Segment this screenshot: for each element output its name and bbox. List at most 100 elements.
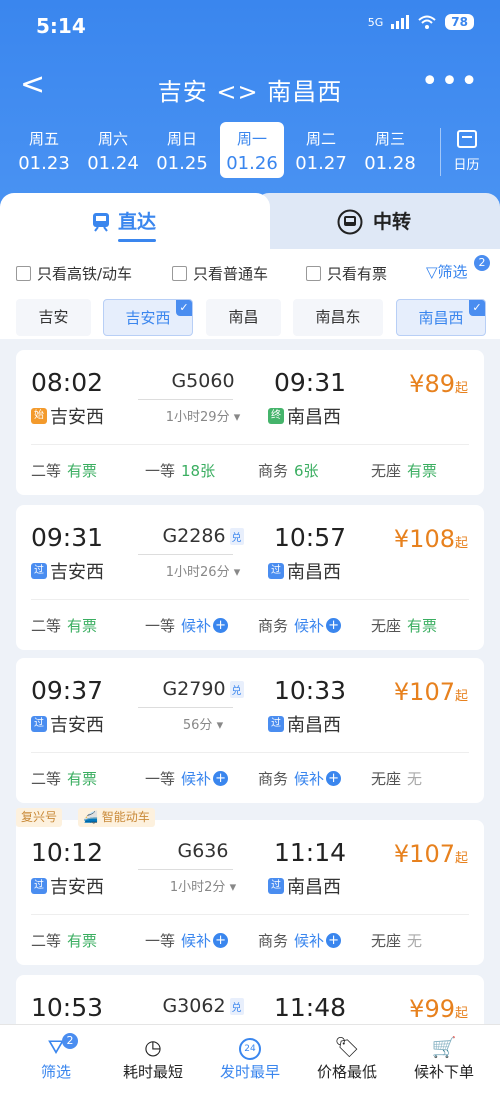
signal-icon [391,15,410,29]
seat-first: 一等 18张 [145,462,216,480]
filter-badge: 2 [62,1033,78,1049]
more-icon[interactable]: ••• [421,64,480,99]
price: ¥107起 [393,678,468,706]
to-station: 过南昌西 [268,711,341,737]
smart-emu-tag: 🚄 智能动车 [78,808,155,827]
seat-business[interactable]: 商务 候补 + [258,930,342,951]
from-station: 过吉安西 [31,558,104,584]
bus-icon [337,209,363,235]
date-item-0127[interactable]: 周二 01.27 [289,122,353,178]
depart-time: 10:12 [31,838,104,867]
filter-button[interactable]: ▽筛选 2 [426,255,490,282]
arrive-time: 10:33 [274,676,347,705]
battery-icon: 78 [445,14,474,30]
only-youpiao-checkbox[interactable]: 只看有票 [306,263,387,284]
clock-icon: ◷ [144,1035,162,1059]
seat-first[interactable]: 一等 候补 + [145,615,229,636]
seat-business[interactable]: 商务 候补 + [258,768,342,789]
depart-time: 08:02 [31,368,104,397]
train-card[interactable]: 09:31 G2286 兑 1小时26分 ▾ 10:57 ¥108起 过吉安西 过… [16,505,484,650]
tab-direct[interactable]: 直达 [0,193,270,249]
pass-tag: 过 [268,563,284,579]
to-station: 过南昌西 [268,558,341,584]
date-item-0128[interactable]: 周三 01.28 [358,122,422,178]
network-label: 5G [367,15,384,29]
pass-tag: 过 [268,716,284,732]
calendar-icon [456,130,477,148]
seat-row: 二等 有票 一等 候补 + 商务 候补 + 无座无 [31,930,484,950]
seat-row: 二等 有票 一等 18张 商务 6张 无座 有票 [31,460,484,480]
seat-second: 二等 有票 [31,462,98,480]
seat-row: 二等 有票 一等 候补 + 商务 候补 + 无座 有票 [31,615,484,635]
duration[interactable]: 1小时2分 ▾ [128,876,278,895]
duration[interactable]: 1小时26分 ▾ [128,561,278,580]
depart-time: 09:37 [31,676,104,705]
station-chip-nanchangdong[interactable]: 南昌东 [293,299,383,336]
price: ¥99起 [409,995,468,1023]
train-card[interactable]: 09:37 G2790 兑 56分 ▾ 10:33 ¥107起 过吉安西 过南昌西… [16,658,484,803]
dui-badge: 兑 [229,998,244,1015]
station-chip-jian[interactable]: 吉安 [16,299,91,336]
waitlist-order-button[interactable]: 🛒 候补下单 [394,1033,494,1082]
date-item-0124[interactable]: 周六 01.24 [81,122,145,178]
status-time: 5:14 [36,14,86,38]
seat-business[interactable]: 商务 候补 + [258,615,342,636]
plus-icon: + [213,771,229,786]
station-chip-nanchangxi[interactable]: 南昌西 [396,299,486,336]
only-putong-checkbox[interactable]: 只看普通车 [172,263,268,284]
funnel-icon: ⛛ [47,1035,65,1059]
train-number: G2286 兑 [162,525,244,547]
seat-second: 二等 有票 [31,932,98,950]
fuxing-tag: 复兴号 [16,808,63,827]
station-chip-nanchang[interactable]: 南昌 [206,299,281,336]
seat-first[interactable]: 一等 候补 + [145,930,229,951]
seat-second: 二等 有票 [31,617,98,635]
status-bar: 5:14 5G 78 [0,0,500,54]
to-station: 终南昌西 [268,403,341,429]
date-item-0125[interactable]: 周日 01.25 [150,122,214,178]
price-tag-icon: 🏷 [334,1035,360,1059]
duration[interactable]: 56分 ▾ [128,714,278,733]
seat-none: 无座 有票 [371,462,438,480]
from-station: 过吉安西 [31,873,104,899]
duration[interactable]: 1小时29分 ▾ [128,406,278,425]
train-number: G636 [177,840,229,862]
plus-icon: + [326,618,342,633]
train-icon: 🚄 [83,810,98,824]
train-number: G5060 [171,370,235,392]
train-card[interactable]: 08:02 G5060 1小时29分 ▾ 09:31 ¥89起 始吉安西 终南昌… [16,350,484,495]
train-number: G3062 兑 [162,995,244,1017]
price: ¥89起 [409,370,468,398]
train-card[interactable]: 复兴号 🚄 智能动车 10:12 G636 1小时2分 ▾ 11:14 ¥107… [16,808,484,965]
pass-tag: 过 [31,563,47,579]
date-item-0123[interactable]: 周五 01.23 [12,122,76,178]
sort-earliest-button[interactable]: 24 发时最早 [200,1033,300,1082]
calendar-button[interactable]: 日历 [440,128,492,176]
only-gaotie-checkbox[interactable]: 只看高铁/动车 [16,263,132,284]
wifi-icon [418,15,436,29]
pass-tag: 过 [268,878,284,894]
arrive-time: 10:57 [274,523,347,552]
tab-transfer[interactable]: 中转 [255,193,500,249]
tab-indicator [118,239,156,242]
start-tag: 始 [31,408,47,424]
bottom-filter-button[interactable]: ⛛ 2 筛选 [6,1033,106,1082]
seat-business: 商务 6张 [258,462,319,480]
arrive-time: 09:31 [274,368,347,397]
date-selector: 周五 01.23 周六 01.24 周日 01.25 周一 01.26 周二 01.27 … [0,122,500,182]
sort-duration-button[interactable]: ◷ 耗时最短 [103,1033,203,1082]
tab-bar: 中转 直达 [0,193,500,249]
cart-icon: 🛒 [431,1035,457,1059]
from-station: 始吉安西 [31,403,104,429]
dui-badge: 兑 [229,681,244,698]
dui-badge: 兑 [229,528,244,545]
24h-icon: 24 [200,1033,300,1061]
date-item-0126[interactable]: 周一 01.26 [220,122,284,178]
arrive-time: 11:48 [274,993,347,1022]
price: ¥108起 [393,525,468,553]
seat-none: 无座无 [371,932,423,950]
sort-price-button[interactable]: 🏷 价格最低 [297,1033,397,1082]
station-chip-jianxi[interactable]: 吉安西 [103,299,193,336]
seat-row: 二等 有票 一等 候补 + 商务 候补 + 无座无 [31,768,484,788]
seat-first[interactable]: 一等 候补 + [145,768,229,789]
